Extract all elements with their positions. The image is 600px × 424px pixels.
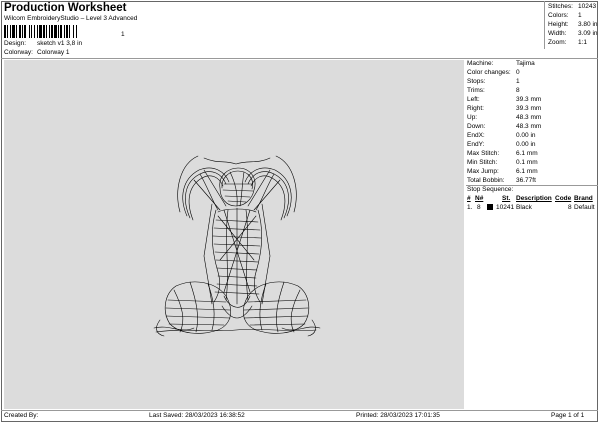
design-details-panel: Machine: Tajima Color changes: 0 Stops: 1 T… [466,60,598,409]
detail-value: 6.1 mm [516,168,538,175]
row-description: Black [516,204,532,211]
embroidery-sketch-image [153,155,321,337]
stats-label: Height: [548,21,569,28]
column-header-number: # [467,195,471,202]
detail-label: Max Jump: [467,168,499,175]
detail-value: 6.1 mm [516,150,538,157]
stats-value: 10243 [578,3,597,10]
detail-value: 8 [516,87,520,94]
detail-row-stops: Stops: 1 [467,78,520,85]
detail-label: Trims: [467,87,485,94]
stats-value: 3.80 in [578,21,598,28]
detail-label: Left: [467,96,480,103]
detail-value: 39.3 mm [516,105,542,112]
footer-last-saved: Last Saved: 28/03/2023 16:38:52 [149,412,245,419]
footer-divider [1,410,598,411]
row-needle: 8 [477,204,481,211]
stats-panel: Stitches: 10243 Colors: 1 Height: 3.80 in W… [544,1,598,49]
column-header-code: Code [555,195,572,202]
detail-row-right: Right: 39.3 mm [467,105,541,112]
detail-label: Machine: [467,60,494,67]
design-row: Design: sketch v1 3,8 in [4,40,134,49]
detail-label: Down: [467,123,486,130]
design-label: Design: [4,40,27,47]
detail-label: Up: [467,114,478,121]
detail-value: 0.1 mm [516,159,538,166]
stats-row-stitches: Stitches: 10243 [548,3,596,10]
detail-value: 39.3 mm [516,96,542,103]
stats-value: 1 [578,12,582,19]
detail-row-trims: Trims: 8 [467,87,520,94]
column-header-needle: N# [475,195,484,202]
detail-row-down: Down: 48.3 mm [467,123,541,130]
detail-label: EndX: [467,132,485,139]
footer-created-by: Created By: [4,412,39,419]
detail-value: 48.3 mm [516,114,542,121]
detail-value: 36.77ft [516,177,536,184]
detail-label: Color changes: [467,69,511,76]
detail-row-left: Left: 39.3 mm [467,96,541,103]
detail-row-up: Up: 48.3 mm [467,114,541,121]
stats-value: 3.09 in [578,30,598,37]
footer-printed: Printed: 28/03/2023 17:01:35 [356,412,440,419]
header-divider [1,58,598,59]
detail-value: 0.00 in [516,132,536,139]
column-header-brand: Brand [574,195,593,202]
colorway-value: Colorway 1 [37,49,70,56]
stats-label: Width: [548,30,567,37]
thread-color-swatch [487,204,493,210]
stats-label: Zoom: [548,39,567,46]
detail-label: Min Stitch: [467,159,498,166]
footer-page-number: Page 1 of 1 [551,412,585,419]
detail-row-endy: EndY: 0.00 in [467,141,536,148]
stats-label: Colors: [548,12,569,19]
stats-row-colors: Colors: 1 [548,12,582,19]
detail-value: 1 [516,78,520,85]
colorway-label: Colorway: [4,49,33,56]
design-value: sketch v1 3,8 in [37,40,83,47]
software-subtitle: Wilcom EmbroideryStudio – Level 3 Advanc… [4,15,138,22]
detail-row-max-stitch: Max Stitch: 6.1 mm [467,150,538,157]
detail-value: Tajima [516,60,535,67]
barcode-suffix: 1 [121,31,125,38]
colorway-row: Colorway: Colorway 1 [4,49,134,58]
detail-value: 0.00 in [516,141,536,148]
detail-label: Total Bobbin: [467,177,505,184]
detail-value: 48.3 mm [516,123,542,130]
stats-value: 1:1 [578,39,588,46]
detail-row-min-stitch: Min Stitch: 0.1 mm [467,159,538,166]
detail-row-color-changes: Color changes: 0 [467,69,520,76]
detail-row-machine: Machine: Tajima [467,60,535,67]
column-header-stitches: St. [502,195,511,202]
detail-label: EndY: [467,141,485,148]
stats-label: Stitches: [548,3,573,10]
design-preview-canvas [4,60,464,409]
row-stitches: 10241 [496,204,515,211]
detail-row-total-bobbin: Total Bobbin: 36.77ft [467,177,536,184]
row-code: 8 [568,204,572,211]
detail-value: 0 [516,69,520,76]
row-brand: Default [574,204,595,211]
barcode-image [4,25,77,38]
stats-row-height: Height: 3.80 in [548,21,598,28]
detail-label: Stops: [467,78,486,85]
stop-sequence-title: Stop Sequence: [467,186,514,193]
stats-row-zoom: Zoom: 1:1 [548,39,587,46]
detail-row-max-jump: Max Jump: 6.1 mm [467,168,538,175]
detail-label: Right: [467,105,484,112]
stats-row-width: Width: 3.09 in [548,30,598,37]
row-number: 1. [467,204,473,211]
page-title: Production Worksheet [4,2,127,14]
column-header-description: Description [516,195,552,202]
detail-label: Max Stitch: [467,150,500,157]
detail-row-endx: EndX: 0.00 in [467,132,536,139]
